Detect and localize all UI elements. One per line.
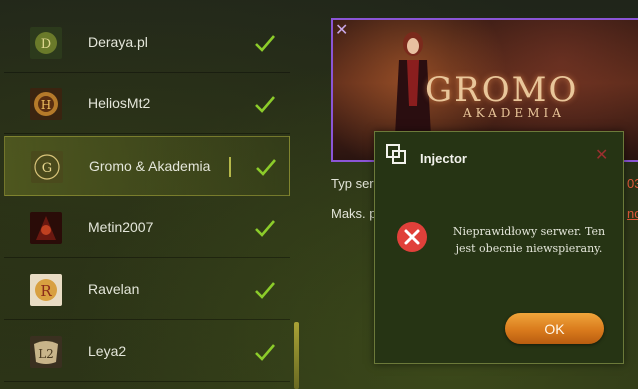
dialog-close-icon[interactable]: ✕	[595, 145, 608, 165]
server-name: Ravelan	[88, 281, 140, 297]
server-name: Leya2	[88, 343, 127, 359]
server-item-deraya[interactable]: D Deraya.pl	[4, 13, 290, 73]
server-list: D Deraya.pl H HeliosMt2 G Gromo & Akadem…	[0, 0, 292, 389]
server-name: Gromo & Akademia	[89, 158, 211, 174]
check-icon	[255, 96, 275, 113]
check-icon	[255, 344, 275, 361]
check-icon	[256, 159, 276, 176]
helios-logo-icon: H	[30, 88, 62, 120]
server-name: Metin2007	[88, 219, 154, 235]
check-icon	[255, 35, 275, 52]
leya2-logo-icon: L2	[30, 336, 62, 368]
server-name: Deraya.pl	[88, 34, 148, 50]
check-icon	[255, 220, 275, 237]
injector-app-icon	[386, 144, 406, 164]
server-max-value[interactable]: no.	[627, 206, 638, 221]
svg-text:L2: L2	[38, 347, 54, 361]
svg-text:H: H	[41, 98, 51, 112]
banner-close-icon[interactable]: ✕	[335, 23, 348, 39]
banner-logo-subtitle: AKADEMIA	[463, 106, 565, 120]
svg-text:D: D	[41, 37, 51, 52]
selection-divider	[229, 157, 231, 177]
server-type-row: Typ ser 03	[331, 176, 638, 191]
server-max-label: Maks. p	[331, 206, 377, 221]
scrollbar-thumb[interactable]	[294, 322, 299, 389]
server-item-heliosmt2[interactable]: H HeliosMt2	[4, 74, 290, 134]
metin2007-logo-icon	[30, 212, 62, 244]
error-dialog: Injector ✕ Nieprawidłowy serwer. Ten jes…	[374, 131, 624, 364]
banner-logo-title: GROMO	[425, 70, 579, 110]
svg-text:R: R	[40, 282, 52, 300]
server-type-label: Typ ser	[331, 176, 374, 191]
server-item-ravelan[interactable]: R Ravelan	[4, 260, 290, 320]
ok-button[interactable]: OK	[505, 313, 604, 344]
gromo-logo-icon: G	[31, 151, 63, 183]
check-icon	[255, 282, 275, 299]
server-max-row: Maks. p no.	[331, 206, 638, 221]
svg-text:G: G	[42, 161, 52, 176]
deraya-logo-icon: D	[30, 27, 62, 59]
dialog-title: Injector	[420, 151, 467, 166]
server-item-gromo-akademia[interactable]: G Gromo & Akademia	[4, 136, 290, 196]
server-item-metin2007[interactable]: Metin2007	[4, 198, 290, 258]
error-icon	[397, 222, 427, 252]
server-name: HeliosMt2	[88, 95, 151, 111]
ravelan-logo-icon: R	[30, 274, 62, 306]
server-type-value: 03	[627, 176, 638, 191]
server-item-leya2[interactable]: L2 Leya2	[4, 322, 290, 382]
dialog-message: Nieprawidłowy serwer. Ten jest obecnie n…	[452, 225, 606, 255]
